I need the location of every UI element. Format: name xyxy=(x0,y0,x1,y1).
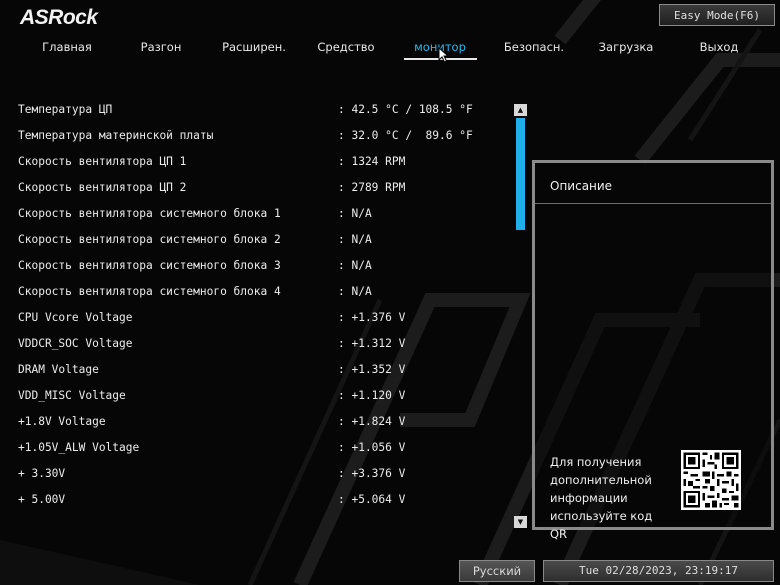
row-label: Скорость вентилятора системного блока 1 xyxy=(18,207,281,220)
row-label: Температура ЦП xyxy=(18,103,113,116)
list-item[interactable]: VDD_MISC Voltage : +1.120 V xyxy=(18,386,498,406)
scrollbar-thumb[interactable] xyxy=(516,118,525,230)
row-value: : N/A xyxy=(338,207,372,220)
list-item[interactable]: +1.8V Voltage : +1.824 V xyxy=(18,412,498,432)
row-value: : 1324 RPM xyxy=(338,155,406,168)
tab-tool[interactable]: Средство xyxy=(317,40,374,54)
tab-exit[interactable]: Выход xyxy=(700,40,739,54)
row-value: : +1.120 V xyxy=(338,389,406,402)
list-item[interactable]: DRAM Voltage : +1.352 V xyxy=(18,360,498,380)
list-item[interactable]: Скорость вентилятора системного блока 3:… xyxy=(18,256,498,276)
tab-main[interactable]: Главная xyxy=(42,40,92,54)
list-item[interactable]: Скорость вентилятора системного блока 2:… xyxy=(18,230,498,250)
row-value: : +1.312 V xyxy=(338,337,406,350)
qr-code-icon xyxy=(681,450,741,510)
row-label: VDD_MISC Voltage xyxy=(18,389,126,402)
row-value: : 32.0 °C / 89.6 °F xyxy=(338,129,473,142)
list-item[interactable]: Температура материнской платы : 32.0 °C /… xyxy=(18,126,498,146)
list-item[interactable]: Температура ЦП : 42.5 °C / 108.5 °F xyxy=(18,100,498,120)
easy-mode-button[interactable]: Easy Mode(F6) xyxy=(659,4,775,26)
list-item[interactable]: +1.05V_ALW Voltage : +1.056 V xyxy=(18,438,498,458)
row-label: Скорость вентилятора ЦП 2 xyxy=(18,181,187,194)
scroll-down-icon[interactable]: ▼ xyxy=(514,516,527,528)
row-value: : +1.824 V xyxy=(338,415,406,428)
row-label: + 3.30V xyxy=(18,467,66,480)
description-title: Описание xyxy=(550,179,613,193)
tab-security[interactable]: Безопасн. xyxy=(504,40,564,54)
list-item[interactable]: Скорость вентилятора ЦП 2 : 2789 RPM xyxy=(18,178,498,198)
row-value: : +5.064 V xyxy=(338,493,406,506)
row-label: Температура материнской платы xyxy=(18,129,214,142)
language-button[interactable]: Русский xyxy=(459,560,535,582)
row-value: : +3.376 V xyxy=(338,467,406,480)
row-value: : +1.376 V xyxy=(338,311,406,324)
tab-boot[interactable]: Загрузка xyxy=(599,40,654,54)
description-panel: Описание Для получения дополнительной ин… xyxy=(532,160,774,541)
list-item[interactable]: CPU Vcore Voltage : +1.376 V xyxy=(18,308,498,328)
list-item[interactable]: Скорость вентилятора ЦП 1 : 1324 RPM xyxy=(18,152,498,172)
row-label: +1.05V_ALW Voltage xyxy=(18,441,140,454)
description-divider xyxy=(535,203,771,204)
asrock-logo: ASRock xyxy=(20,6,98,29)
scroll-up-icon[interactable]: ▲ xyxy=(514,104,527,116)
row-value: : N/A xyxy=(338,259,372,272)
tab-advanced[interactable]: Расширен. xyxy=(222,40,286,54)
row-label: Скорость вентилятора системного блока 2 xyxy=(18,233,281,246)
row-label: CPU Vcore Voltage xyxy=(18,311,133,324)
row-value: : N/A xyxy=(338,233,372,246)
row-label: + 5.00V xyxy=(18,493,66,506)
list-item[interactable]: + 3.30V : +3.376 V xyxy=(18,464,498,484)
tab-oc-tweaker[interactable]: Разгон xyxy=(141,40,182,54)
row-label: VDDCR_SOC Voltage xyxy=(18,337,133,350)
row-value: : 42.5 °C / 108.5 °F xyxy=(338,103,473,116)
row-value: : +1.056 V xyxy=(338,441,406,454)
mouse-cursor-icon xyxy=(438,47,450,63)
row-label: Скорость вентилятора системного блока 4 xyxy=(18,285,281,298)
description-help-text: Для получения дополнительной информации … xyxy=(550,455,653,541)
row-value: : N/A xyxy=(338,285,372,298)
row-label: Скорость вентилятора ЦП 1 xyxy=(18,155,187,168)
row-label: +1.8V Voltage xyxy=(18,415,106,428)
datetime-display: Tue 02/28/2023, 23:19:17 xyxy=(543,560,774,582)
row-label: Скорость вентилятора системного блока 3 xyxy=(18,259,281,272)
list-item[interactable]: VDDCR_SOC Voltage : +1.312 V xyxy=(18,334,498,354)
list-item[interactable]: Скорость вентилятора системного блока 1:… xyxy=(18,204,498,224)
row-value: : 2789 RPM xyxy=(338,181,406,194)
list-item[interactable]: Скорость вентилятора системного блока 4:… xyxy=(18,282,498,302)
list-item[interactable]: + 5.00V : +5.064 V xyxy=(18,490,498,510)
row-value: : +1.352 V xyxy=(338,363,406,376)
row-label: DRAM Voltage xyxy=(18,363,99,376)
